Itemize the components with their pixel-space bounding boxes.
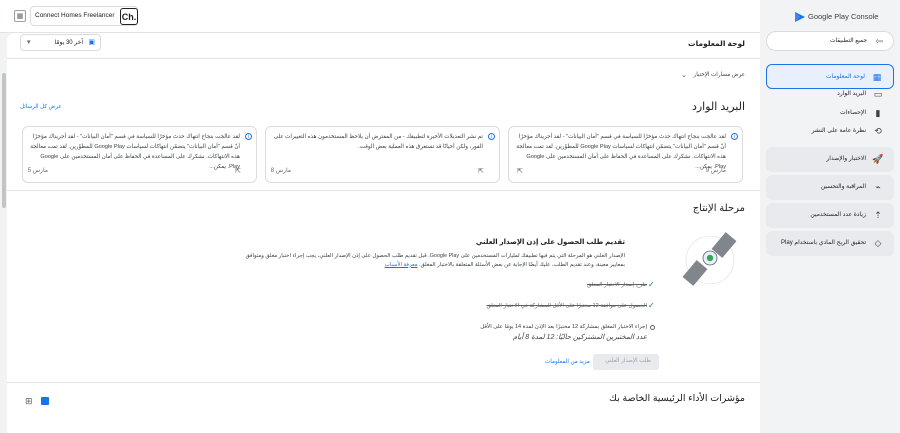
show-paths-toggle[interactable]: عرض مسارات الإختبار ⌄ <box>667 70 745 82</box>
info-icon: i <box>245 133 252 140</box>
scrollbar[interactable] <box>0 33 7 433</box>
apply-button-label: طلب الإصدار العلني <box>605 358 651 364</box>
production-description: الإصدار العلني هو المرحلة التي يتم فيها … <box>235 252 625 269</box>
checklist-item-1: طرح إصدار الاختبار المغلق <box>587 282 647 288</box>
sidebar-item-label: نظرة عامة على النشر <box>811 128 866 134</box>
all-apps-button[interactable]: جميع التطبيقات ⇦ <box>766 31 894 51</box>
inbox-icon: ▭ <box>873 88 883 99</box>
inbox-title: البريد الوارد <box>691 101 745 113</box>
message-text: لقد عالجت بنجاح انتهاك حدث مؤخرًا للسياس… <box>516 134 726 170</box>
inbox-card[interactable]: i لقد عالجت بنجاح انتهاك حدث مؤخرًا للسي… <box>508 126 743 183</box>
divider <box>7 58 760 59</box>
all-apps-label: جميع التطبيقات <box>830 38 867 44</box>
top-bar: ▦ Connect Homes Freelancer Ch. <box>0 0 760 33</box>
satellite-illustration <box>679 230 743 286</box>
sidebar-item-statistics[interactable]: الإحصاءات ▮ <box>766 105 894 121</box>
app-name: Google Play Console <box>808 12 879 21</box>
chevron-down-icon: ▾ <box>27 39 31 46</box>
grow-icon: ⇡ <box>874 209 882 220</box>
sidebar-item-inbox[interactable]: البريد الوارد ▭ <box>766 86 894 102</box>
checklist-note: عدد المختبرين المشتركين حاليًا: 12 لمدة … <box>512 334 647 341</box>
sidebar: Google Play Console جميع التطبيقات ⇦ لوح… <box>760 0 900 433</box>
sidebar-item-label: الإحصاءات <box>840 110 866 116</box>
message-date: 9 مارس <box>705 168 726 174</box>
pending-dot-icon <box>650 325 655 330</box>
message-text: تم نشر التعديلات الأخيرة لتطبيقك - من ال… <box>273 134 483 150</box>
building-icon[interactable]: ▦ <box>14 10 26 22</box>
sidebar-item-label: لوحة المعلومات <box>825 74 865 80</box>
publishing-icon: ⟲ <box>874 125 882 136</box>
main-content: لوحة المعلومات ▾ آخر 30 يومًا ▣ عرض مسار… <box>7 33 760 433</box>
account-name: Connect Homes Freelancer <box>35 12 115 19</box>
check-icon: ✓ <box>648 280 655 289</box>
date-filter-label: آخر 30 يومًا <box>54 40 83 46</box>
message-text: لقد عالجت بنجاح انتهاك حدث مؤخرًا للسياس… <box>30 134 240 170</box>
rocket-icon: 🚀 <box>872 153 884 164</box>
production-title: مرحلة الإنتاج <box>692 203 745 214</box>
play-console-logo-icon <box>794 10 806 22</box>
checklist-item-2: الحصول على موافقة 12 مختبرًا على الأقل ل… <box>486 303 647 309</box>
grid-view-icon[interactable]: ⊞ <box>25 396 33 407</box>
sidebar-section-label: الاختبار والإصدار <box>826 156 866 162</box>
account-avatar: Ch. <box>120 8 138 25</box>
sidebar-section-testing[interactable]: الاختبار والإصدار 🚀 <box>766 147 894 172</box>
production-desc-text: الإصدار العلني هو المرحلة التي يتم فيها … <box>245 253 625 268</box>
account-chip[interactable]: Connect Homes Freelancer Ch. <box>30 6 138 26</box>
learn-why-link[interactable]: معرفة الأسباب <box>385 262 418 268</box>
arrow-back-icon: ⇦ <box>875 36 883 46</box>
tag-icon: ◇ <box>874 237 882 248</box>
chevron-down-icon: ⌄ <box>681 72 687 79</box>
list-view-icon[interactable] <box>41 397 49 405</box>
monitor-icon: ⌁ <box>875 181 881 192</box>
info-icon: i <box>731 133 738 140</box>
share-icon[interactable]: ⇱ <box>478 167 484 175</box>
more-info-link[interactable]: مزيد من المعلومات <box>545 359 590 365</box>
share-icon[interactable]: ⇱ <box>517 167 523 175</box>
dashboard-icon: ▦ <box>872 71 882 82</box>
sidebar-item-publishing[interactable]: نظرة عامة على النشر ⟲ <box>766 123 894 139</box>
inbox-card[interactable]: i لقد عالجت بنجاح انتهاك حدث مؤخرًا للسي… <box>22 126 257 183</box>
sidebar-section-monitor[interactable]: المراقبة والتحسين ⌁ <box>766 175 894 200</box>
inbox-card[interactable]: i تم نشر التعديلات الأخيرة لتطبيقك - من … <box>265 126 500 183</box>
check-icon: ✓ <box>648 301 655 310</box>
sidebar-section-label: المراقبة والتحسين <box>820 184 866 190</box>
apply-production-button[interactable]: طلب الإصدار العلني <box>593 354 659 370</box>
divider <box>7 382 760 383</box>
checklist-item-3: إجراء الاختبار المغلق بمشاركة 12 مختبرًا… <box>480 324 647 330</box>
sidebar-section-label: تحقيق الربح المادي باستخدام Play <box>781 240 866 246</box>
info-icon: i <box>488 133 495 140</box>
sidebar-section-monetize[interactable]: تحقيق الربح المادي باستخدام Play ◇ <box>766 231 894 256</box>
message-date: 8 مارس <box>270 168 291 174</box>
production-subtitle: تقديم طلب الحصول على إذن الإصدار العلني <box>475 239 625 246</box>
kpi-title: مؤشرات الأداء الرئيسية الخاصة بك <box>609 393 745 404</box>
page-title: لوحة المعلومات <box>688 39 745 48</box>
sidebar-section-grow[interactable]: زيادة عدد المستخدمين ⇡ <box>766 203 894 228</box>
sidebar-section-label: زيادة عدد المستخدمين <box>810 212 866 218</box>
date-filter[interactable]: ▾ آخر 30 يومًا ▣ <box>20 34 101 51</box>
calendar-icon: ▣ <box>88 39 95 46</box>
message-date: 5 مارس <box>27 168 48 174</box>
view-all-link[interactable]: عرض كل الرسائل <box>20 104 62 110</box>
share-icon[interactable]: ⇱ <box>235 167 241 175</box>
bar-chart-icon: ▮ <box>875 107 881 118</box>
show-paths-label: عرض مسارات الإختبار <box>693 72 746 78</box>
sidebar-item-label: البريد الوارد <box>837 91 866 97</box>
divider <box>7 190 760 191</box>
